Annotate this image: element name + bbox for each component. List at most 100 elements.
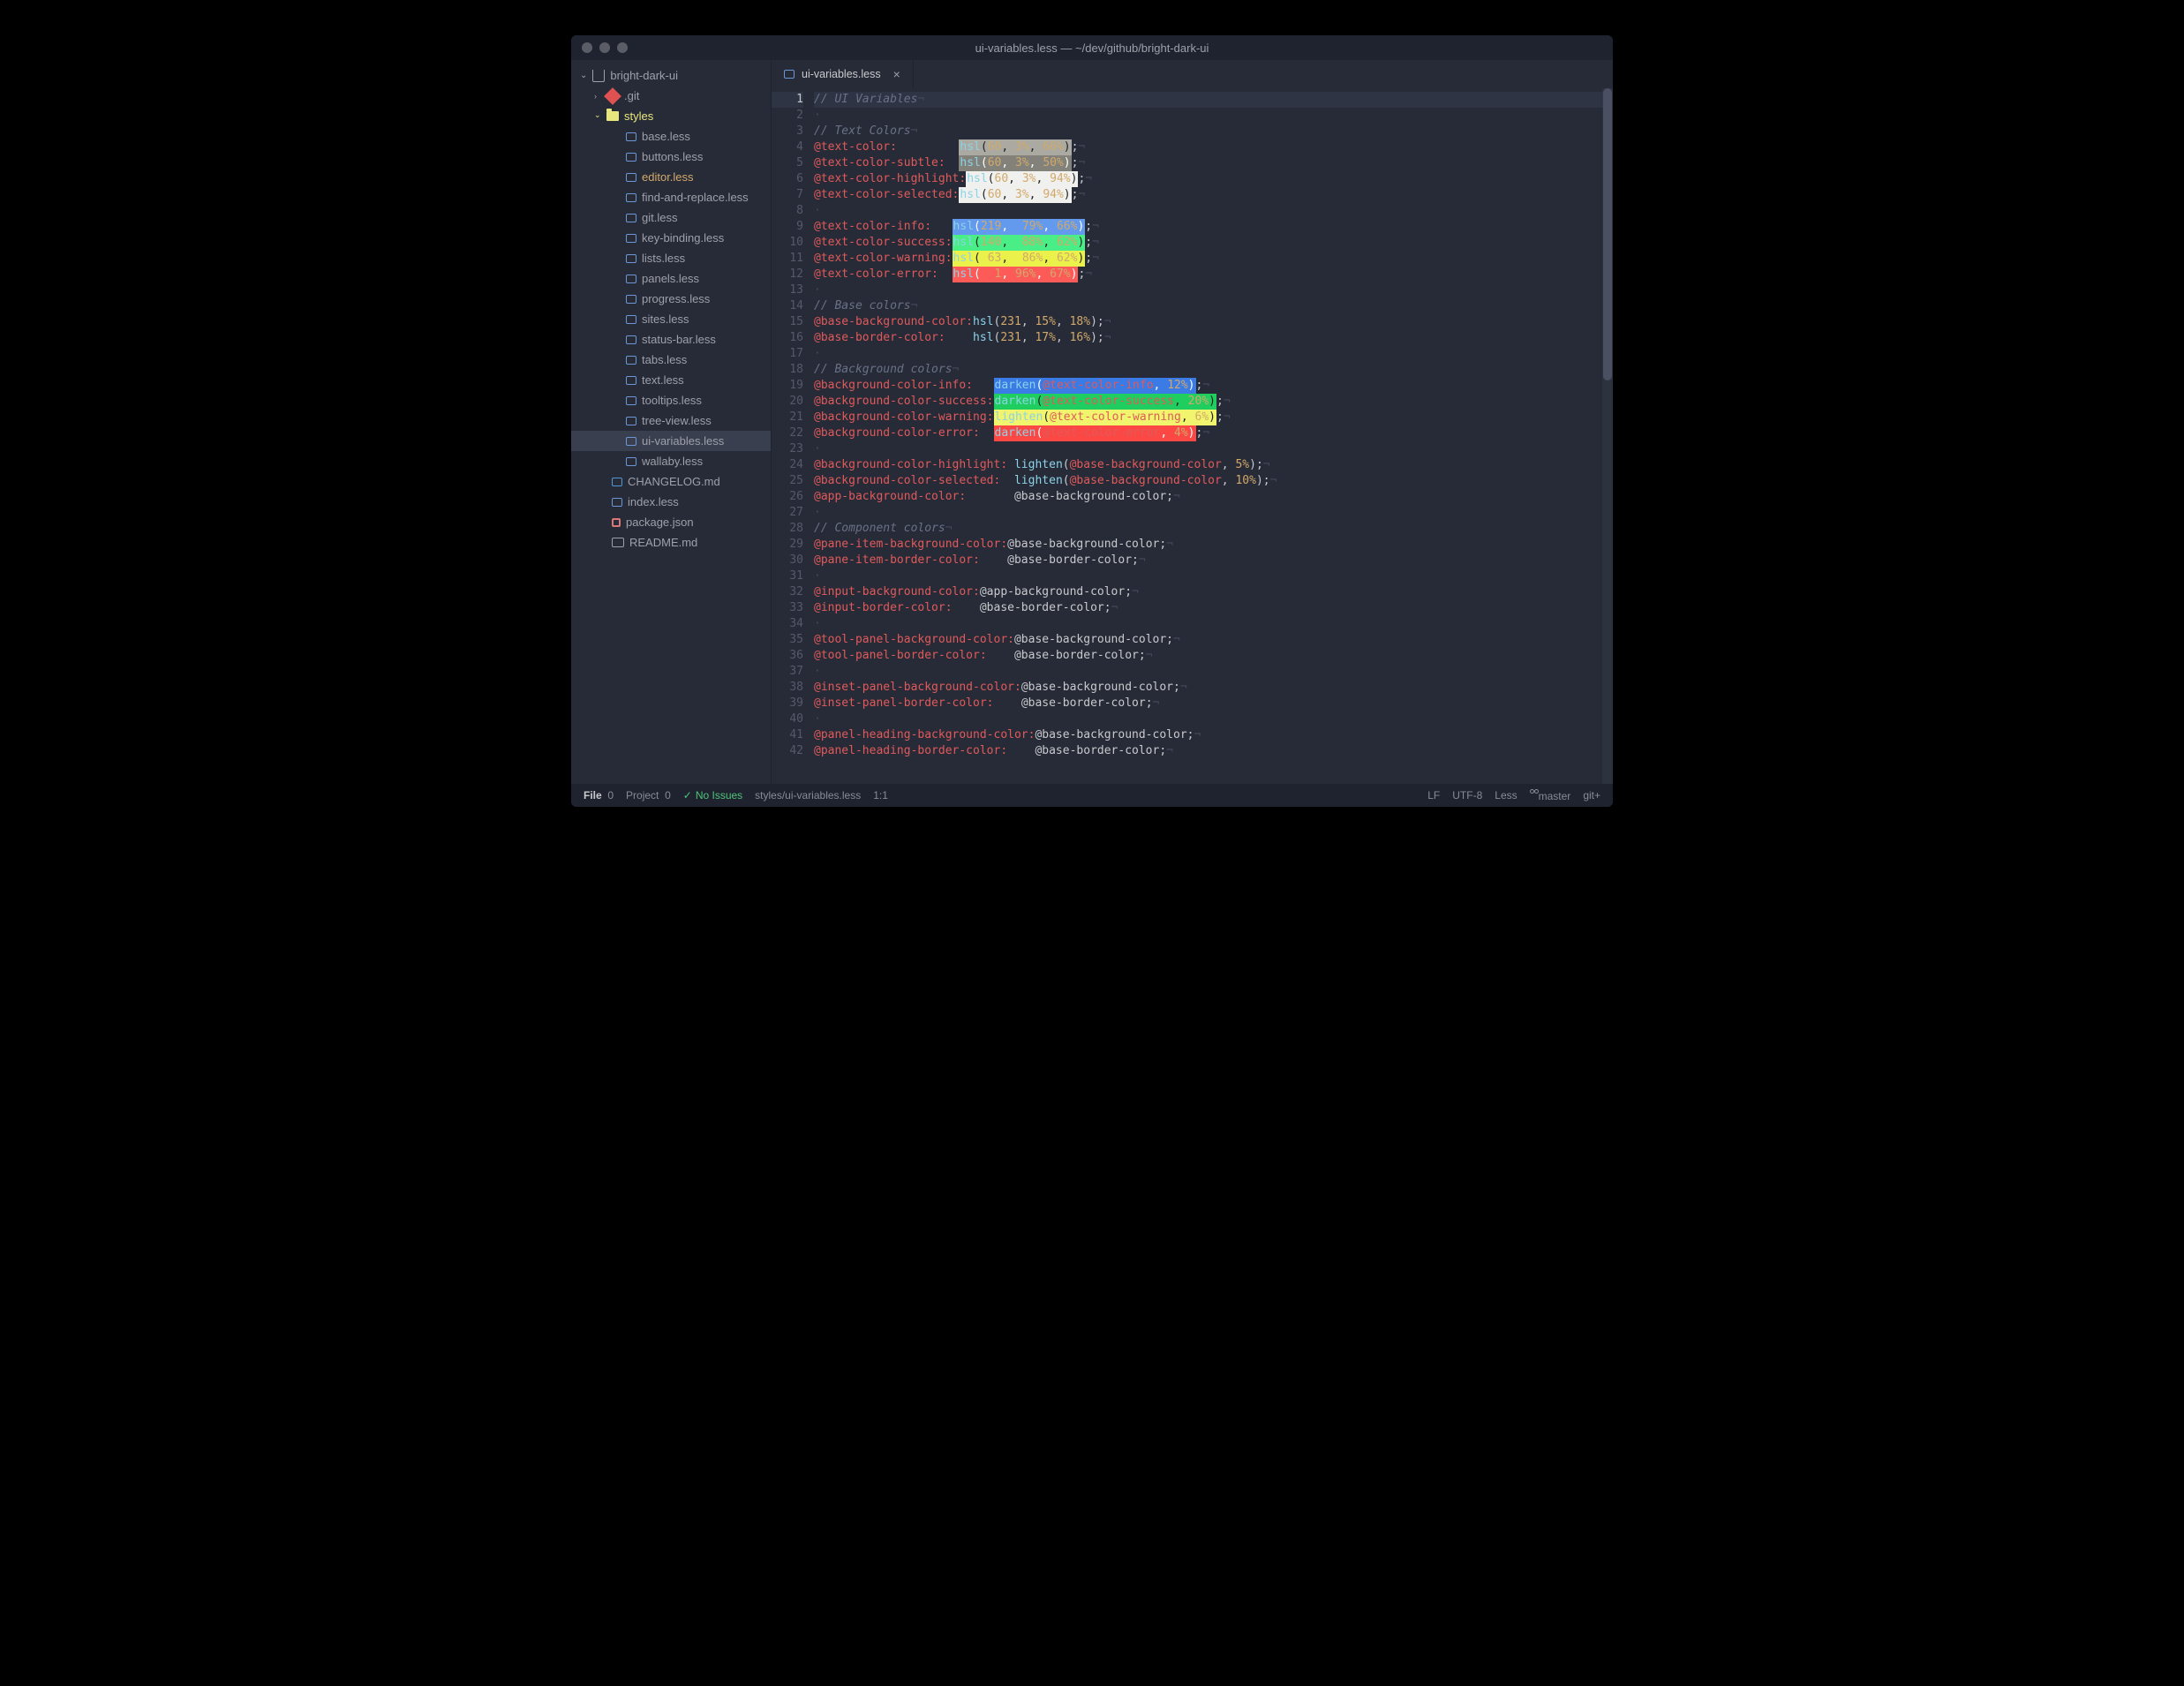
code-line[interactable]: ·: [814, 711, 1604, 727]
code-line[interactable]: // Text Colors¬: [814, 124, 1604, 139]
code-line[interactable]: @input-border-color: @base-border-color;…: [814, 600, 1604, 616]
code-line[interactable]: ·: [814, 346, 1604, 362]
scrollbar-thumb[interactable]: [1603, 88, 1612, 380]
tree-item-file[interactable]: find-and-replace.less: [571, 187, 771, 207]
tree-root[interactable]: ⌄ bright-dark-ui: [571, 65, 771, 86]
tree-item-file[interactable]: key-binding.less: [571, 228, 771, 248]
code-line[interactable]: @panel-heading-background-color: @base-b…: [814, 727, 1604, 743]
code-line[interactable]: @text-color-info: hsl(219, 79%, 66%);¬: [814, 219, 1604, 235]
code-line[interactable]: @base-border-color: hsl(231, 17%, 16%);¬: [814, 330, 1604, 346]
tree-item-file[interactable]: index.less: [571, 492, 771, 512]
tree-item-label: base.less: [642, 130, 690, 143]
tree-item-file[interactable]: text.less: [571, 370, 771, 390]
scrollbar[interactable]: [1602, 88, 1613, 784]
tree-item-styles[interactable]: ⌄ styles: [571, 106, 771, 126]
code-line[interactable]: @inset-panel-border-color: @base-border-…: [814, 696, 1604, 711]
file-icon: [626, 173, 636, 182]
maximize-window-icon[interactable]: [617, 42, 628, 53]
gutter: 1234567891011121314151617181920212223242…: [772, 92, 814, 784]
tree-item-file[interactable]: status-bar.less: [571, 329, 771, 350]
code-line[interactable]: ·: [814, 282, 1604, 298]
code-line[interactable]: @pane-item-background-color: @base-backg…: [814, 537, 1604, 553]
tree-item-file[interactable]: tooltips.less: [571, 390, 771, 410]
code-line[interactable]: ·: [814, 616, 1604, 632]
code-line[interactable]: @text-color-warning: hsl( 63, 86%, 62%);…: [814, 251, 1604, 267]
code-line[interactable]: // Component colors¬: [814, 521, 1604, 537]
tree-item-file[interactable]: package.json: [571, 512, 771, 532]
code-line[interactable]: @text-color: hsl(60, 3%, 66%);¬: [814, 139, 1604, 155]
code-line[interactable]: @background-color-highlight: lighten(@ba…: [814, 457, 1604, 473]
status-no-issues[interactable]: ✓No Issues: [683, 789, 742, 802]
close-icon[interactable]: ×: [893, 67, 900, 81]
code-line[interactable]: @tool-panel-background-color: @base-back…: [814, 632, 1604, 648]
code-line[interactable]: @text-color-success: hsl(140, 88%, 62%);…: [814, 235, 1604, 251]
check-icon: ✓: [683, 789, 692, 802]
minimize-window-icon[interactable]: [599, 42, 610, 53]
tree-item-file[interactable]: ui-variables.less: [571, 431, 771, 451]
status-encoding[interactable]: UTF-8: [1452, 789, 1482, 802]
tree-item-file[interactable]: editor.less: [571, 167, 771, 187]
code-line[interactable]: ·: [814, 203, 1604, 219]
tree-item-file[interactable]: panels.less: [571, 268, 771, 289]
code-line[interactable]: @background-color-error: darken(@text-co…: [814, 425, 1604, 441]
code-content[interactable]: // UI Variables¬·// Text Colors¬@text-co…: [814, 92, 1613, 784]
code-line[interactable]: @background-color-warning: lighten(@text…: [814, 410, 1604, 425]
tree-item-file[interactable]: sites.less: [571, 309, 771, 329]
code-line[interactable]: @base-background-color: hsl(231, 15%, 18…: [814, 314, 1604, 330]
tree-item-file[interactable]: README.md: [571, 532, 771, 553]
tree-item-file[interactable]: lists.less: [571, 248, 771, 268]
file-icon: [626, 315, 636, 324]
code-line[interactable]: @inset-panel-background-color: @base-bac…: [814, 680, 1604, 696]
status-line-ending[interactable]: LF: [1427, 789, 1440, 802]
tree-item-file[interactable]: tabs.less: [571, 350, 771, 370]
tree-item-file[interactable]: base.less: [571, 126, 771, 147]
code-line[interactable]: @text-color-subtle: hsl(60, 3%, 50%);¬: [814, 155, 1604, 171]
code-line[interactable]: // Base colors¬: [814, 298, 1604, 314]
status-bar: File 0 Project 0 ✓No Issues styles/ui-va…: [571, 784, 1613, 807]
code-line[interactable]: ·: [814, 568, 1604, 584]
tree-item-label: tree-view.less: [642, 414, 712, 427]
file-icon: [626, 417, 636, 425]
code-line[interactable]: ·: [814, 664, 1604, 680]
code-line[interactable]: @text-color-selected: hsl(60, 3%, 94%);¬: [814, 187, 1604, 203]
code-line[interactable]: @background-color-selected: lighten(@bas…: [814, 473, 1604, 489]
status-git[interactable]: git+: [1583, 789, 1600, 802]
tree-item-git[interactable]: › .git: [571, 86, 771, 106]
editor-body[interactable]: 1234567891011121314151617181920212223242…: [772, 88, 1613, 784]
traffic-lights: [571, 42, 628, 53]
tab-bar: ui-variables.less ×: [772, 60, 1613, 88]
code-line[interactable]: // Background colors¬: [814, 362, 1604, 378]
editor-pane: ui-variables.less × 12345678910111213141…: [771, 60, 1613, 784]
status-grammar[interactable]: Less: [1495, 789, 1517, 802]
status-branch[interactable]: master: [1530, 789, 1571, 802]
tree-item-file[interactable]: git.less: [571, 207, 771, 228]
code-line[interactable]: @tool-panel-border-color: @base-border-c…: [814, 648, 1604, 664]
tree-item-file[interactable]: buttons.less: [571, 147, 771, 167]
code-line[interactable]: @app-background-color: @base-background-…: [814, 489, 1604, 505]
code-line[interactable]: @input-background-color: @app-background…: [814, 584, 1604, 600]
tree-view[interactable]: ⌄ bright-dark-ui › .git ⌄ styles base.le…: [571, 60, 771, 784]
code-line[interactable]: ·: [814, 441, 1604, 457]
code-line[interactable]: @panel-heading-border-color: @base-borde…: [814, 743, 1604, 759]
close-window-icon[interactable]: [582, 42, 592, 53]
tree-root-label: bright-dark-ui: [610, 69, 678, 82]
code-line[interactable]: ·: [814, 505, 1604, 521]
tree-item-file[interactable]: CHANGELOG.md: [571, 471, 771, 492]
status-file[interactable]: File 0: [584, 789, 614, 802]
code-line[interactable]: @text-color-highlight: hsl(60, 3%, 94%);…: [814, 171, 1604, 187]
code-line[interactable]: ·: [814, 108, 1604, 124]
status-cursor[interactable]: 1:1: [873, 789, 888, 802]
code-line[interactable]: @pane-item-border-color: @base-border-co…: [814, 553, 1604, 568]
code-line[interactable]: @text-color-error: hsl( 1, 96%, 67%);¬: [814, 267, 1604, 282]
tab-ui-variables[interactable]: ui-variables.less ×: [772, 60, 914, 88]
tree-item-file[interactable]: progress.less: [571, 289, 771, 309]
file-icon: [626, 376, 636, 385]
code-line[interactable]: // UI Variables¬: [814, 92, 1604, 108]
tree-item-file[interactable]: wallaby.less: [571, 451, 771, 471]
code-line[interactable]: @background-color-success: darken(@text-…: [814, 394, 1604, 410]
status-path[interactable]: styles/ui-variables.less: [755, 789, 861, 802]
tree-item-file[interactable]: tree-view.less: [571, 410, 771, 431]
file-icon: [626, 437, 636, 446]
status-project[interactable]: Project 0: [626, 789, 671, 802]
code-line[interactable]: @background-color-info: darken(@text-col…: [814, 378, 1604, 394]
